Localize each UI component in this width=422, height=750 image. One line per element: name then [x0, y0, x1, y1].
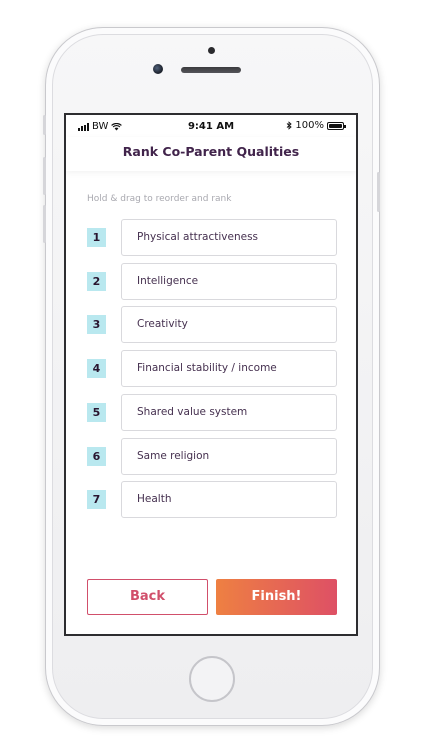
- rank-item-card[interactable]: Financial stability / income: [121, 350, 337, 388]
- silent-switch: [43, 115, 46, 135]
- nav-bar: Rank Co-Parent Qualities: [66, 137, 356, 171]
- status-right: 100%: [286, 120, 346, 131]
- rank-number-badge: 7: [87, 490, 106, 510]
- battery-icon: [327, 121, 346, 130]
- rank-number-badge: 1: [87, 228, 106, 247]
- rank-item-card[interactable]: Same religion: [121, 437, 337, 475]
- volume-up-button: [43, 157, 46, 195]
- power-button: [377, 172, 380, 212]
- proximity-sensor: [208, 47, 215, 54]
- front-camera: [153, 64, 163, 74]
- status-bar: BW 9:41 AM 100%: [66, 115, 356, 137]
- earpiece-speaker: [181, 67, 241, 73]
- rank-row[interactable]: 6 Same religion: [87, 437, 339, 475]
- rank-item-card[interactable]: Creativity: [121, 306, 337, 344]
- rank-row[interactable]: 4 Financial stability / income: [87, 350, 339, 388]
- battery-level: [329, 123, 342, 128]
- back-button[interactable]: Back: [87, 579, 208, 615]
- rank-row[interactable]: 3 Creativity: [87, 306, 339, 344]
- rank-item-card[interactable]: Physical attractiveness: [121, 219, 337, 256]
- rank-number-badge: 6: [87, 446, 106, 466]
- rank-row[interactable]: 2 Intelligence: [87, 262, 339, 300]
- instructions-text: Hold & drag to reorder and rank: [87, 194, 232, 204]
- rank-number-badge: 4: [87, 359, 106, 379]
- volume-down-button: [43, 205, 46, 243]
- rank-number-badge: 3: [87, 315, 106, 335]
- rank-number-badge: 5: [87, 402, 106, 422]
- page-title: Rank Co-Parent Qualities: [122, 144, 300, 159]
- rank-row[interactable]: 5 Shared value system: [87, 393, 339, 431]
- rank-number-badge: 2: [87, 271, 106, 291]
- battery-percent: 100%: [295, 120, 324, 131]
- finish-button[interactable]: Finish!: [216, 579, 337, 615]
- rank-item-card[interactable]: Health: [121, 481, 337, 519]
- app-screen: BW 9:41 AM 100% Rank Co-Parent Qualities…: [64, 113, 358, 636]
- home-button[interactable]: [189, 656, 235, 702]
- rank-item-card[interactable]: Intelligence: [121, 262, 337, 300]
- bluetooth-icon: [287, 121, 293, 130]
- rank-item-card[interactable]: Shared value system: [121, 393, 337, 431]
- rank-row[interactable]: 1 Physical attractiveness: [87, 219, 339, 256]
- rank-row[interactable]: 7 Health: [87, 481, 339, 519]
